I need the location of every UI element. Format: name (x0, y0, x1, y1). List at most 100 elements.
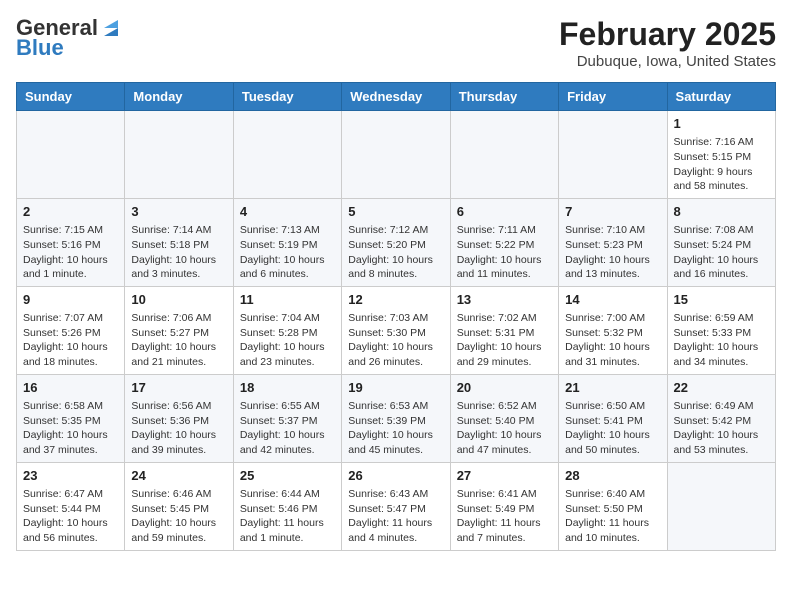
day-info: Sunrise: 6:53 AM (348, 399, 443, 414)
day-number: 18 (240, 379, 335, 397)
page-title: February 2025 (559, 16, 776, 53)
day-info: Daylight: 10 hours and 29 minutes. (457, 340, 552, 369)
day-cell-13: 13Sunrise: 7:02 AMSunset: 5:31 PMDayligh… (450, 286, 558, 374)
day-number: 25 (240, 467, 335, 485)
day-number: 6 (457, 203, 552, 221)
day-header-wednesday: Wednesday (342, 83, 450, 111)
day-info: Daylight: 10 hours and 16 minutes. (674, 253, 769, 282)
day-info: Sunset: 5:40 PM (457, 414, 552, 429)
day-info: Sunset: 5:22 PM (457, 238, 552, 253)
day-cell-26: 26 Sunrise: 6:43 AMSunset: 5:47 PMDayligh… (342, 462, 450, 550)
day-info: Daylight: 11 hours and 4 minutes. (348, 516, 443, 545)
day-number: 20 (457, 379, 552, 397)
day-info: Daylight: 10 hours and 47 minutes. (457, 428, 552, 457)
day-info: Daylight: 10 hours and 26 minutes. (348, 340, 443, 369)
day-cell-23: 23Sunrise: 6:47 AMSunset: 5:44 PMDayligh… (17, 462, 125, 550)
day-info: Sunset: 5:15 PM (674, 150, 769, 165)
day-info: Sunrise: 7:11 AM (457, 223, 552, 238)
day-info: Sunrise: 7:00 AM (565, 311, 660, 326)
day-number: 22 (674, 379, 769, 397)
day-number: 26 (348, 467, 443, 485)
week-row-4: 16Sunrise: 6:58 AMSunset: 5:35 PMDayligh… (17, 374, 776, 462)
day-info: Sunrise: 7:03 AM (348, 311, 443, 326)
empty-cell (450, 111, 558, 199)
day-info: Sunrise: 6:41 AM (457, 487, 552, 502)
day-info: Daylight: 10 hours and 31 minutes. (565, 340, 660, 369)
day-info: Sunset: 5:18 PM (131, 238, 226, 253)
day-info: Sunset: 5:26 PM (23, 326, 118, 341)
day-info: Sunset: 5:47 PM (348, 502, 443, 517)
day-info: Daylight: 11 hours and 10 minutes. (565, 516, 660, 545)
day-info: Sunrise: 7:13 AM (240, 223, 335, 238)
day-cell-5: 5Sunrise: 7:12 AMSunset: 5:20 PMDaylight… (342, 198, 450, 286)
day-info: Sunset: 5:41 PM (565, 414, 660, 429)
day-number: 3 (131, 203, 226, 221)
day-cell-28: 28Sunrise: 6:40 AMSunset: 5:50 PMDayligh… (559, 462, 667, 550)
day-info: Daylight: 10 hours and 1 minute. (23, 253, 118, 282)
day-info: Sunrise: 7:06 AM (131, 311, 226, 326)
day-number: 2 (23, 203, 118, 221)
day-info: Daylight: 10 hours and 37 minutes. (23, 428, 118, 457)
day-header-saturday: Saturday (667, 83, 775, 111)
calendar-table: SundayMondayTuesdayWednesdayThursdayFrid… (16, 82, 776, 551)
day-number: 19 (348, 379, 443, 397)
day-info: Daylight: 10 hours and 23 minutes. (240, 340, 335, 369)
empty-cell (667, 462, 775, 550)
day-number: 5 (348, 203, 443, 221)
day-number: 16 (23, 379, 118, 397)
day-info: Daylight: 10 hours and 42 minutes. (240, 428, 335, 457)
day-info: Sunset: 5:42 PM (674, 414, 769, 429)
day-cell-17: 17Sunrise: 6:56 AMSunset: 5:36 PMDayligh… (125, 374, 233, 462)
week-row-5: 23Sunrise: 6:47 AMSunset: 5:44 PMDayligh… (17, 462, 776, 550)
day-header-monday: Monday (125, 83, 233, 111)
day-info: Sunrise: 6:50 AM (565, 399, 660, 414)
day-info: Sunrise: 6:47 AM (23, 487, 118, 502)
day-info: Sunrise: 6:49 AM (674, 399, 769, 414)
day-info: Sunrise: 7:02 AM (457, 311, 552, 326)
day-info: Sunrise: 6:55 AM (240, 399, 335, 414)
day-info: Sunrise: 6:40 AM (565, 487, 660, 502)
empty-cell (342, 111, 450, 199)
day-info: Sunset: 5:49 PM (457, 502, 552, 517)
day-info: Daylight: 10 hours and 45 minutes. (348, 428, 443, 457)
day-cell-21: 21 Sunrise: 6:50 AMSunset: 5:41 PMDayligh… (559, 374, 667, 462)
day-number: 21 (565, 379, 660, 397)
day-cell-14: 14Sunrise: 7:00 AMSunset: 5:32 PMDayligh… (559, 286, 667, 374)
day-info: Daylight: 10 hours and 11 minutes. (457, 253, 552, 282)
day-info: Daylight: 10 hours and 13 minutes. (565, 253, 660, 282)
day-info: Sunrise: 7:08 AM (674, 223, 769, 238)
day-info: Sunrise: 7:04 AM (240, 311, 335, 326)
day-info: Sunrise: 7:12 AM (348, 223, 443, 238)
day-cell-9: 9Sunrise: 7:07 AMSunset: 5:26 PMDaylight… (17, 286, 125, 374)
day-number: 4 (240, 203, 335, 221)
day-info: Sunset: 5:45 PM (131, 502, 226, 517)
page-subtitle: Dubuque, Iowa, United States (559, 53, 776, 70)
day-info: Sunset: 5:24 PM (674, 238, 769, 253)
day-cell-2: 2Sunrise: 7:15 AMSunset: 5:16 PMDaylight… (17, 198, 125, 286)
day-info: Sunrise: 7:16 AM (674, 135, 769, 150)
day-cell-19: 19Sunrise: 6:53 AMSunset: 5:39 PMDayligh… (342, 374, 450, 462)
day-info: Daylight: 10 hours and 50 minutes. (565, 428, 660, 457)
day-number: 23 (23, 467, 118, 485)
day-number: 14 (565, 291, 660, 309)
day-info: Daylight: 10 hours and 3 minutes. (131, 253, 226, 282)
day-info: Sunrise: 6:56 AM (131, 399, 226, 414)
day-header-sunday: Sunday (17, 83, 125, 111)
day-info: Sunrise: 6:43 AM (348, 487, 443, 502)
week-row-1: 1Sunrise: 7:16 AMSunset: 5:15 PMDaylight… (17, 111, 776, 199)
empty-cell (233, 111, 341, 199)
day-info: Sunrise: 7:07 AM (23, 311, 118, 326)
empty-cell (17, 111, 125, 199)
day-header-friday: Friday (559, 83, 667, 111)
day-info: Sunset: 5:23 PM (565, 238, 660, 253)
day-info: Sunrise: 6:46 AM (131, 487, 226, 502)
day-info: Sunset: 5:37 PM (240, 414, 335, 429)
day-info: Sunrise: 6:58 AM (23, 399, 118, 414)
day-header-tuesday: Tuesday (233, 83, 341, 111)
day-number: 11 (240, 291, 335, 309)
day-number: 12 (348, 291, 443, 309)
day-info: Daylight: 10 hours and 21 minutes. (131, 340, 226, 369)
title-block: February 2025 Dubuque, Iowa, United Stat… (559, 16, 776, 70)
day-info: Daylight: 10 hours and 8 minutes. (348, 253, 443, 282)
day-cell-4: 4Sunrise: 7:13 AMSunset: 5:19 PMDaylight… (233, 198, 341, 286)
